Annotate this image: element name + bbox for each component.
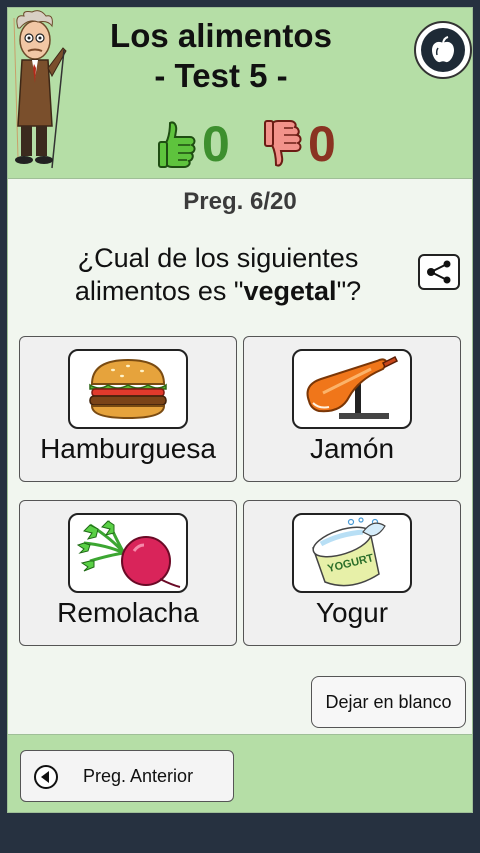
share-icon (427, 260, 451, 284)
option-label: Yogur (315, 597, 389, 628)
option-label: Hamburguesa (40, 433, 216, 464)
option-image (292, 349, 412, 429)
apple-icon (432, 36, 454, 63)
question-text: ¿Cual de los siguientes alimentos es "ve… (38, 242, 398, 308)
option-yogur[interactable]: YOGURT Yogur (243, 500, 461, 646)
correct-score: 0 (158, 114, 230, 174)
quiz-app: Los alimentos - Test 5 - 0 0 Preg. 6/20 … (7, 7, 473, 813)
option-label: Jamón (309, 433, 395, 464)
option-label: Remolacha (57, 597, 199, 628)
thumbs-up-icon (158, 121, 196, 168)
previous-question-button[interactable]: Preg. Anterior (20, 750, 234, 802)
beet-icon (76, 520, 181, 588)
thumbs-down-icon (264, 120, 302, 167)
option-hamburguesa[interactable]: Hamburguesa (19, 336, 237, 482)
question-text-after: "? (336, 276, 362, 306)
option-image (68, 513, 188, 593)
back-arrow-icon (34, 765, 58, 789)
header: Los alimentos - Test 5 - 0 0 (8, 8, 472, 179)
share-button[interactable] (418, 254, 460, 290)
question-keyword: vegetal (243, 276, 337, 306)
correct-count: 0 (202, 116, 230, 172)
option-jamon[interactable]: Jamón (243, 336, 461, 482)
previous-question-label: Preg. Anterior (83, 766, 194, 786)
option-image: YOGURT (292, 513, 412, 593)
skip-question-button[interactable]: Dejar en blanco (311, 676, 466, 728)
apple-menu-button[interactable] (414, 21, 472, 79)
hamburger-icon (89, 358, 167, 420)
test-subtitle: - Test 5 - (154, 57, 288, 94)
wrong-score: 0 (264, 114, 336, 174)
question-counter: Preg. 6/20 (183, 188, 297, 215)
yogurt-icon: YOGURT (312, 517, 386, 587)
ham-icon (306, 355, 399, 419)
option-remolacha[interactable]: Remolacha (19, 500, 237, 646)
option-image (68, 349, 188, 429)
footer: Preg. Anterior (8, 734, 472, 812)
wrong-count: 0 (308, 116, 336, 172)
page-title: Los alimentos (110, 17, 332, 54)
